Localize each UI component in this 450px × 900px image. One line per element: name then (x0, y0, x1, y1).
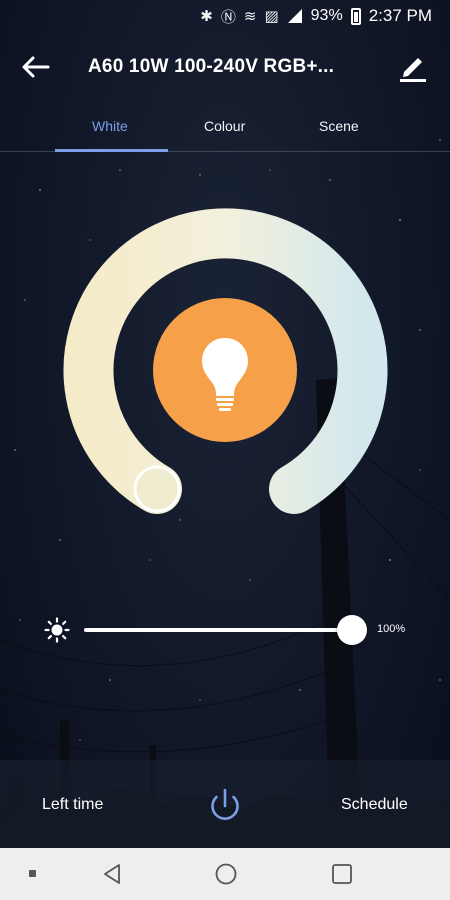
schedule-button[interactable]: Schedule (341, 796, 408, 814)
nav-back-icon[interactable] (100, 862, 124, 886)
nav-dot-icon (29, 870, 36, 877)
nav-recent-icon[interactable] (330, 862, 354, 886)
brightness-control: 100% (44, 612, 424, 648)
bottom-controls: Left time Schedule (0, 760, 450, 848)
system-nav-bar (0, 848, 450, 900)
app-screen: ✱ Ⓝ ≋ ▨ 93% 2:37 PM A60 10W 100-240V RGB… (0, 0, 450, 900)
nav-home-icon[interactable] (214, 862, 238, 886)
power-icon (211, 788, 239, 820)
color-temperature-wheel[interactable] (0, 0, 450, 560)
left-time-button[interactable]: Left time (42, 796, 103, 814)
brightness-value: 100% (377, 623, 406, 635)
bulb-toggle-button[interactable] (153, 298, 297, 442)
sun-icon (44, 617, 70, 643)
power-button[interactable] (203, 784, 247, 828)
brightness-slider-knob[interactable] (337, 615, 367, 645)
brightness-slider-track[interactable] (84, 628, 352, 632)
temperature-handle[interactable] (133, 465, 181, 513)
